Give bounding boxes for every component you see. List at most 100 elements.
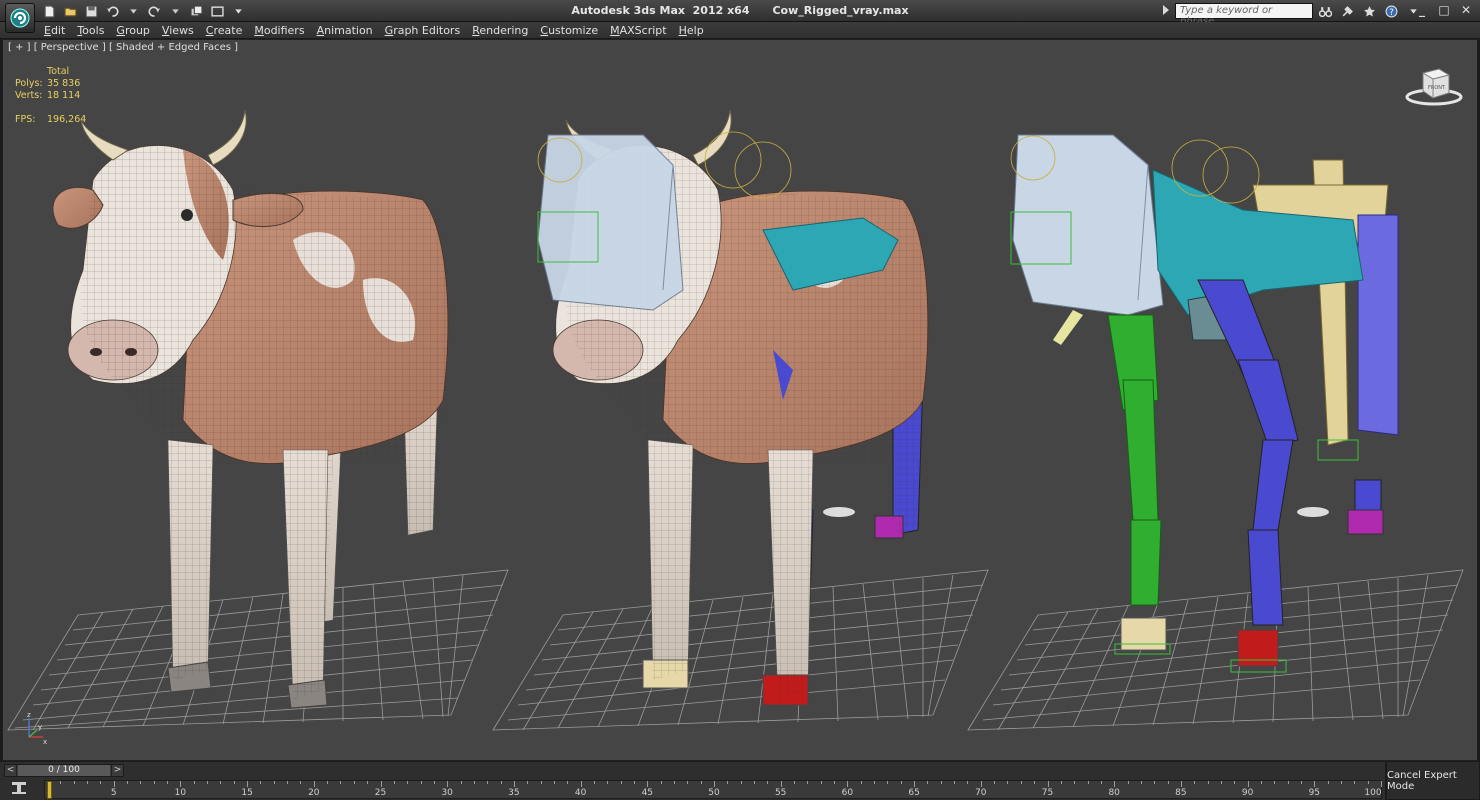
frame-tick <box>1367 781 1369 784</box>
frame-tick <box>207 781 209 784</box>
frame-tick <box>1114 781 1116 787</box>
frame-tick <box>420 781 422 784</box>
frame-tick <box>167 781 169 784</box>
favorites-star-icon[interactable] <box>1360 3 1378 19</box>
minimize-button[interactable]: _ <box>1412 2 1432 18</box>
timeline-panel: < 0 / 100 > 5 10 15 20 25 30 35 40 45 50 55 60 65 70 7… <box>0 761 1385 800</box>
frame-label: 70 <box>975 788 987 798</box>
menu-maxscript[interactable]: MAXScript <box>604 24 672 37</box>
close-button[interactable]: ✕ <box>1456 2 1476 18</box>
open-folder-icon[interactable] <box>61 3 79 19</box>
save-icon[interactable] <box>82 3 100 19</box>
frame-tick <box>900 781 902 784</box>
frame-tick <box>673 781 675 784</box>
frame-tick <box>1154 781 1156 784</box>
cancel-expert-mode-button[interactable]: Cancel Expert Mode <box>1386 761 1480 800</box>
svg-text:?: ? <box>1389 7 1394 17</box>
menu-tools[interactable]: Tools <box>71 24 110 37</box>
search-expand-icon[interactable] <box>1163 5 1169 15</box>
menu-modifiers[interactable]: Modifiers <box>248 24 310 37</box>
previous-frame-button[interactable]: < <box>5 765 17 776</box>
frame-tick <box>714 781 715 787</box>
frame-tick <box>1220 781 1222 784</box>
undo-icon[interactable] <box>103 3 121 19</box>
perspective-viewport[interactable]: [ + ] [ Perspective ] [ Shaded + Edged F… <box>2 39 1478 761</box>
menu-graph-editors[interactable]: Graph Editors <box>379 24 467 37</box>
frame-tick <box>553 781 555 784</box>
frame-tick <box>140 781 142 784</box>
frame-tick <box>1247 781 1249 787</box>
frame-tick <box>994 781 996 784</box>
binoculars-icon[interactable] <box>1316 3 1334 19</box>
menu-animation[interactable]: Animation <box>311 24 379 37</box>
menu-create[interactable]: Create <box>200 24 249 37</box>
project-folder-icon[interactable] <box>187 3 205 19</box>
frame-tick <box>273 781 275 784</box>
frame-tick <box>1034 781 1036 784</box>
frame-tick <box>954 781 956 784</box>
track-bar-icon[interactable] <box>10 780 28 796</box>
frame-tick <box>607 781 609 784</box>
axis-x-label: x <box>43 738 47 746</box>
frame-tick <box>73 781 75 784</box>
frame-label: 50 <box>708 788 720 798</box>
frame-label: 85 <box>1175 788 1187 798</box>
viewcube-face-label: FRONT <box>1428 85 1446 91</box>
track-bar[interactable]: 5 10 15 20 25 30 35 40 45 50 55 60 65 70 75 80 85 90 95 100 <box>44 780 1382 799</box>
frame-tick <box>700 781 702 784</box>
title-bar: Autodesk 3ds Max 2012 x64 Cow_Rigged_vra… <box>0 0 1480 33</box>
app-logo-icon[interactable] <box>5 3 35 33</box>
time-slider-thumb[interactable]: 0 / 100 <box>18 765 110 776</box>
menu-help[interactable]: Help <box>673 24 710 37</box>
frame-tick <box>754 781 756 784</box>
redo-icon[interactable] <box>145 3 163 19</box>
axis-z-label: z <box>27 712 31 719</box>
frame-tick <box>447 781 449 787</box>
statistics-overlay: Total Polys: 35 836 Verts: 18 114 FPS: 196,… <box>15 66 86 126</box>
frame-tick <box>153 781 155 784</box>
frame-tick <box>914 781 916 787</box>
frame-tick <box>1327 781 1329 784</box>
frame-tick <box>180 781 182 787</box>
frame-tick <box>313 781 315 787</box>
viewcube-icon[interactable]: FRONT <box>1405 65 1463 109</box>
stats-header: Total <box>47 66 70 77</box>
frame-label: 90 <box>1241 788 1254 798</box>
time-cursor[interactable] <box>47 781 52 799</box>
frame-tick <box>567 781 569 784</box>
help-icon[interactable]: ? <box>1382 3 1400 19</box>
undo-dropdown-icon[interactable] <box>124 3 142 19</box>
frame-tick <box>1060 781 1062 784</box>
menu-customize[interactable]: Customize <box>534 24 604 37</box>
cow-bone-rig[interactable] <box>1010 134 1399 673</box>
search-input[interactable]: Type a keyword or phrase <box>1175 3 1313 27</box>
frame-tick <box>767 781 769 784</box>
frame-label: 15 <box>241 788 253 798</box>
frame-tick <box>193 781 195 784</box>
frame-tick <box>860 781 862 784</box>
menu-views[interactable]: Views <box>156 24 200 37</box>
frame-tick <box>1274 781 1276 784</box>
frame-tick <box>1260 781 1262 784</box>
dropdown-icon[interactable] <box>229 3 247 19</box>
frame-tick <box>927 781 929 784</box>
maximize-button[interactable]: □ <box>1434 2 1454 18</box>
menu-group[interactable]: Group <box>110 24 156 37</box>
viewport-label[interactable]: [ + ] [ Perspective ] [ Shaded + Edged F… <box>8 42 238 53</box>
frame-tick <box>247 781 249 787</box>
frame-label: 100 <box>1364 788 1382 798</box>
menu-rendering[interactable]: Rendering <box>466 24 534 37</box>
viewport-icon[interactable] <box>208 3 226 19</box>
next-frame-button[interactable]: > <box>111 765 123 776</box>
frame-tick <box>407 781 409 784</box>
time-slider[interactable]: < 0 / 100 > <box>4 764 124 777</box>
new-file-icon[interactable] <box>40 3 58 19</box>
frame-tick <box>820 781 822 784</box>
frame-tick <box>780 781 782 787</box>
frame-tick <box>1314 781 1316 787</box>
menu-edit[interactable]: Edit <box>38 24 71 37</box>
cow-rigged-model[interactable] <box>523 100 993 720</box>
communication-center-icon[interactable] <box>1338 3 1356 19</box>
fps-value: 196,264 <box>47 114 87 125</box>
redo-dropdown-icon[interactable] <box>166 3 184 19</box>
